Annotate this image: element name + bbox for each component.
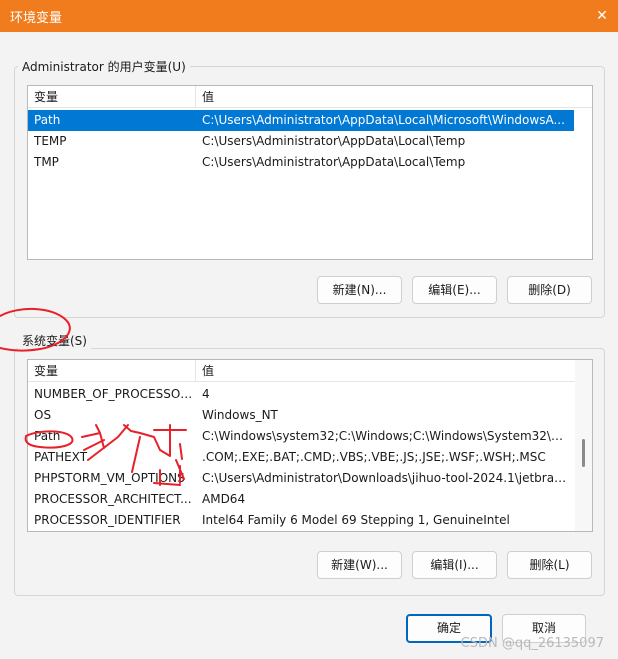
variable-name: Path	[34, 429, 61, 443]
system-vars-scrollbar[interactable]	[575, 360, 592, 531]
variable-name: PATHEXT	[34, 450, 88, 464]
variable-name: TMP	[34, 155, 59, 169]
system-var-row[interactable]: Path C:\Windows\system32;C:\Windows;C:\Wi…	[28, 426, 575, 447]
variable-value: C:\Users\Administrator\AppData\Local\Mic…	[202, 113, 565, 127]
column-header-value[interactable]: 值	[196, 360, 575, 382]
system-delete-button[interactable]: 删除(L)	[507, 551, 592, 579]
user-delete-button[interactable]: 删除(D)	[507, 276, 592, 304]
system-var-row[interactable]: PROCESSOR_IDENTIFIER Intel64 Family 6 Mod…	[28, 510, 575, 531]
close-icon: ✕	[596, 8, 608, 24]
user-var-row[interactable]: Path C:\Users\Administrator\AppData\Local…	[28, 110, 574, 131]
variable-value: .COM;.EXE;.BAT;.CMD;.VBS;.VBE;.JS;.JSE;.…	[202, 450, 546, 464]
variable-name: PROCESSOR_ARCHITECT...	[34, 492, 192, 506]
system-var-row[interactable]: OS Windows_NT	[28, 405, 575, 426]
system-new-button[interactable]: 新建(W)...	[317, 551, 402, 579]
variable-value: AMD64	[202, 492, 246, 506]
user-edit-button[interactable]: 编辑(E)...	[412, 276, 497, 304]
variable-value: Intel64 Family 6 Model 69 Stepping 1, Ge…	[202, 513, 510, 527]
system-vars-header: 变量 值	[28, 360, 575, 382]
user-var-row[interactable]: TEMP C:\Users\Administrator\AppData\Local…	[28, 131, 574, 152]
system-var-row[interactable]: PATHEXT .COM;.EXE;.BAT;.CMD;.VBS;.VBE;.JS…	[28, 447, 575, 468]
system-var-row[interactable]: NUMBER_OF_PROCESSORS 4	[28, 384, 575, 405]
variable-value: 4	[202, 387, 210, 401]
user-new-button[interactable]: 新建(N)...	[317, 276, 402, 304]
user-vars-group-label: Administrator 的用户变量(U)	[18, 58, 190, 75]
column-header-name[interactable]: 变量	[28, 360, 196, 382]
column-header-name[interactable]: 变量	[28, 86, 196, 108]
system-vars-list[interactable]: 变量 值 NUMBER_OF_PROCESSORS 4 OS Windows_NT Pa…	[27, 359, 593, 532]
window-title: 环境变量	[10, 11, 63, 26]
variable-value: Windows_NT	[202, 408, 278, 422]
system-var-row[interactable]: PHPSTORM_VM_OPTIONS C:\Users\Administrato…	[28, 468, 575, 489]
system-edit-button[interactable]: 编辑(I)...	[412, 551, 497, 579]
user-vars-list[interactable]: 变量 值 Path C:\Users\Administrator\AppData\…	[27, 85, 593, 260]
system-var-row[interactable]: PROCESSOR_ARCHITECT... AMD64	[28, 489, 575, 510]
column-header-value[interactable]: 值	[196, 86, 592, 108]
variable-name: Path	[34, 113, 61, 127]
variable-value: C:\Users\Administrator\AppData\Local\Tem…	[202, 155, 466, 169]
variable-name: NUMBER_OF_PROCESSORS	[34, 387, 194, 401]
title-bar: 环境变量 ✕	[0, 0, 618, 32]
close-button[interactable]: ✕	[586, 0, 618, 32]
variable-value: C:\Windows\system32;C:\Windows;C:\Window…	[202, 429, 569, 443]
watermark: CSDN @qq_26135097	[460, 636, 604, 651]
system-vars-group-label: 系统变量(S)	[18, 332, 91, 349]
variable-value: C:\Users\Administrator\Downloads\jihuo-t…	[202, 471, 569, 485]
variable-value: C:\Users\Administrator\AppData\Local\Tem…	[202, 134, 466, 148]
user-vars-header: 变量 值	[28, 86, 592, 108]
variable-name: TEMP	[34, 134, 67, 148]
variable-name: OS	[34, 408, 52, 422]
user-var-row[interactable]: TMP C:\Users\Administrator\AppData\Local\…	[28, 152, 574, 173]
variable-name: PROCESSOR_IDENTIFIER	[34, 513, 181, 527]
scroll-thumb[interactable]	[582, 439, 585, 468]
variable-name: PHPSTORM_VM_OPTIONS	[34, 471, 185, 485]
